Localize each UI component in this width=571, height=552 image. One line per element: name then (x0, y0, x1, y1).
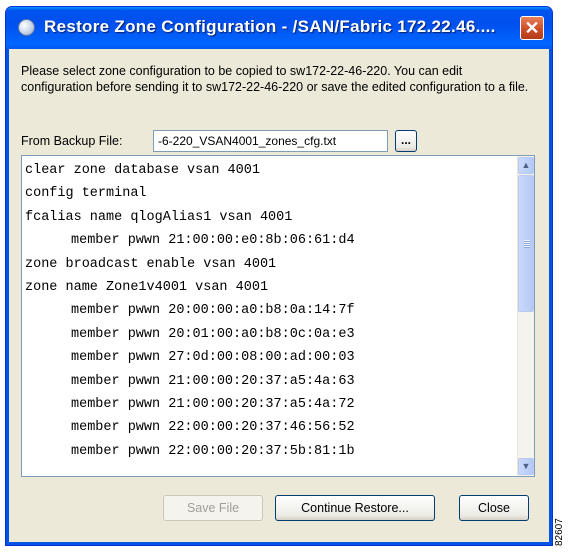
vertical-scrollbar[interactable]: ▲ ▼ (517, 156, 534, 476)
config-line: member pwwn 21:00:00:20:37:a5:4a:63 (71, 373, 355, 389)
config-line: member pwwn 21:00:00:20:37:a5:4a:72 (71, 396, 355, 412)
scroll-thumb[interactable] (518, 175, 534, 312)
restore-zone-dialog: Restore Zone Configuration - /SAN/Fabric… (5, 6, 553, 546)
continue-restore-button[interactable]: Continue Restore... (275, 495, 435, 521)
config-line: member pwwn 21:00:00:e0:8b:06:61:d4 (71, 233, 355, 249)
config-line: member pwwn 22:00:00:20:37:5b:81:1b (71, 443, 355, 459)
title-bar[interactable]: Restore Zone Configuration - /SAN/Fabric… (6, 7, 552, 49)
figure-id: 82607 (554, 518, 565, 546)
config-line: member pwwn 27:0d:00:08:00:ad:00:03 (71, 350, 355, 366)
dialog-body: Please select zone configuration to be c… (9, 49, 551, 544)
config-line: member pwwn 22:00:00:20:37:46:56:52 (71, 420, 355, 436)
config-line: config terminal (25, 186, 147, 202)
scroll-grip-icon (524, 240, 530, 248)
config-line: zone name Zone1v4001 vsan 4001 (25, 279, 269, 295)
zone-config-textarea[interactable]: clear zone database vsan 4001 config ter… (21, 155, 535, 477)
close-window-button[interactable]: ✕ (520, 16, 544, 40)
scroll-down-icon[interactable]: ▼ (518, 458, 534, 475)
close-button[interactable]: Close (459, 495, 529, 521)
config-line: zone broadcast enable vsan 4001 (25, 256, 277, 272)
config-line: clear zone database vsan 4001 (25, 163, 260, 178)
browse-button[interactable]: ... (395, 130, 417, 152)
backup-file-label: From Backup File: (21, 134, 123, 148)
config-line: member pwwn 20:01:00:a0:b8:0c:0a:e3 (71, 326, 355, 342)
scroll-up-icon[interactable]: ▲ (518, 157, 534, 174)
save-file-button[interactable]: Save File (163, 495, 263, 521)
backup-file-field[interactable]: -6-220_VSAN4001_zones_cfg.txt (153, 130, 388, 152)
instructions-text: Please select zone configuration to be c… (21, 64, 529, 94)
config-lines: clear zone database vsan 4001 config ter… (25, 159, 513, 463)
config-line: fcalias name qlogAlias1 vsan 4001 (25, 209, 293, 225)
window-title: Restore Zone Configuration - /SAN/Fabric… (44, 17, 496, 36)
config-line: member pwwn 20:00:00:a0:b8:0a:14:7f (71, 303, 355, 319)
app-globe-icon (18, 19, 35, 36)
